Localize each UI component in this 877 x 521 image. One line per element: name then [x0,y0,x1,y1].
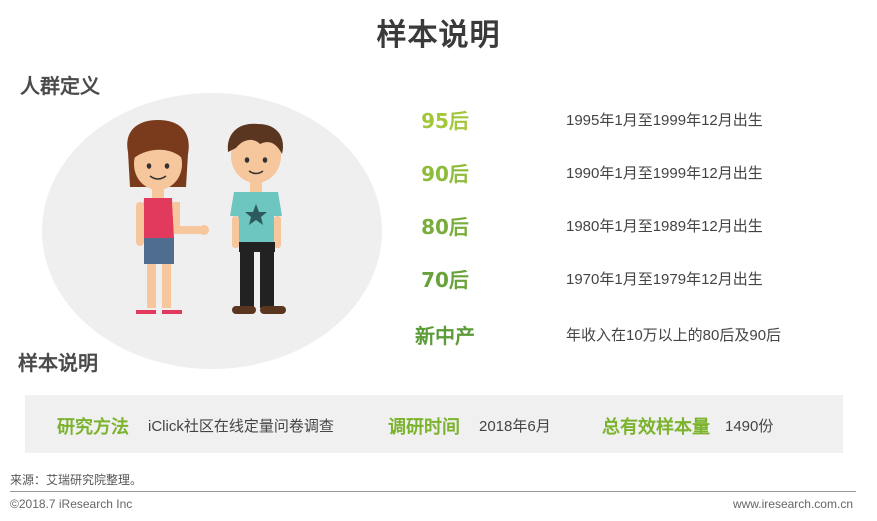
sample-size-value: 1490份 [725,418,774,435]
background-circle [42,93,382,369]
source-note: 来源：艾瑞研究院整理。 [10,473,143,487]
section-title-sample: 样本说明 [18,351,98,375]
group-label-80: 80后 [421,215,469,239]
sample-size-label: 总有效样本量 [602,417,710,438]
page-title: 样本说明 [376,18,501,53]
group-desc-70: 1970年1月至1979年12月出生 [566,271,763,288]
group-desc-new-middle-class: 年收入在10万以上的80后及90后 [566,327,782,344]
method-value: iClick社区在线定量问卷调查 [148,418,334,435]
copyright-text: ©2018.7 iResearch Inc [10,497,133,511]
group-label-90: 90后 [421,162,469,186]
time-value: 2018年6月 [479,418,551,435]
group-label-new-middle-class: 新中产 [415,324,475,348]
website-link[interactable]: www.iresearch.com.cn [733,497,853,511]
group-label-95: 95后 [421,109,469,133]
group-desc-95: 1995年1月至1999年12月出生 [566,112,763,129]
group-label-70: 70后 [421,268,469,292]
time-label: 调研时间 [388,417,460,438]
group-desc-80: 1980年1月至1989年12月出生 [566,218,763,235]
people-illustration [42,93,382,369]
sample-info-bar: 研究方法 iClick社区在线定量问卷调查 调研时间 2018年6月 总有效样本… [25,395,843,453]
footer-divider [10,491,856,492]
method-label: 研究方法 [57,417,129,438]
group-desc-90: 1990年1月至1999年12月出生 [566,165,763,182]
